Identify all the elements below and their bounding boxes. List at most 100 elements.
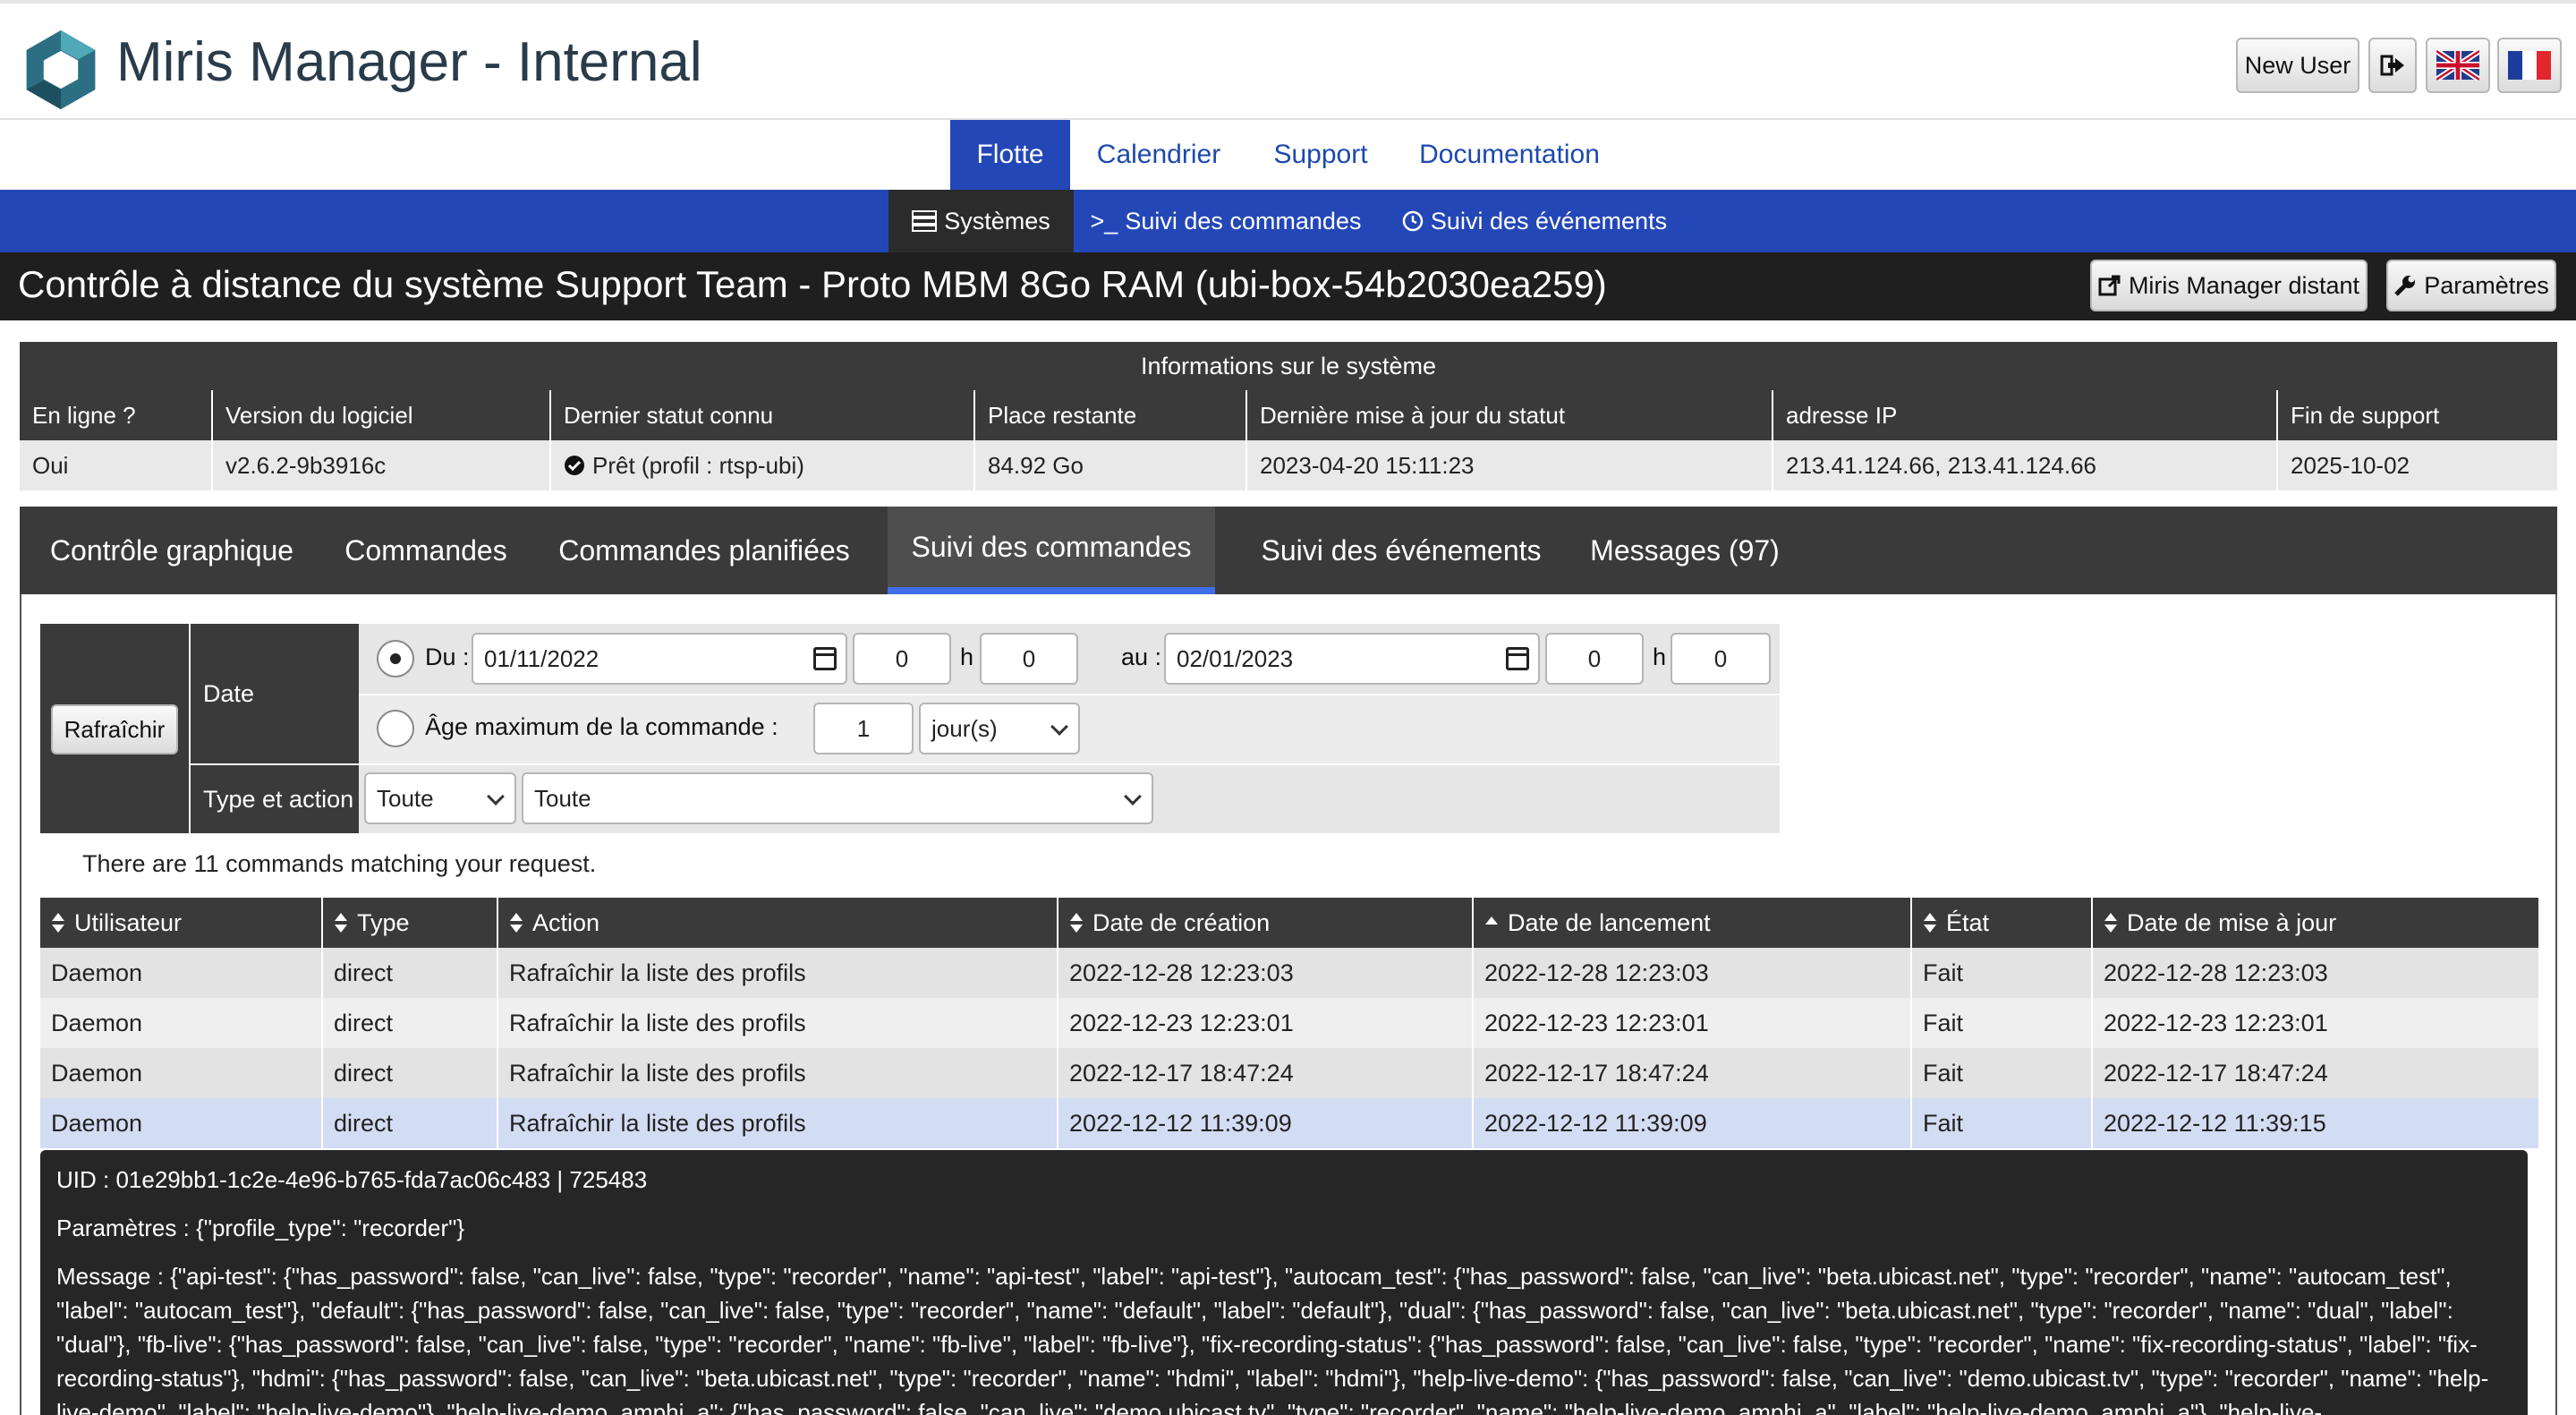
nav-flotte[interactable]: Flotte <box>950 120 1070 190</box>
to-hour-input[interactable]: 0 <box>1545 633 1644 685</box>
col-date-creation[interactable]: Date de création <box>1057 898 1472 948</box>
table-row[interactable]: Daemon direct Rafraîchir la liste des pr… <box>40 948 2538 998</box>
max-age-unit-value: jour(s) <box>931 714 998 742</box>
system-info-table: Informations sur le système En ligne ? V… <box>20 342 2557 490</box>
col-action-label: Action <box>532 908 600 936</box>
cell-date-maj: 2022-12-28 12:23:03 <box>2091 948 2538 998</box>
col-utilisateur[interactable]: Utilisateur <box>40 898 321 948</box>
table-row-selected[interactable]: Daemon direct Rafraîchir la liste des pr… <box>40 1098 2538 1148</box>
subnav-systemes[interactable]: Systèmes <box>888 190 1074 252</box>
subnav-suivi-commandes-label: Suivi des commandes <box>1125 207 1362 234</box>
nav-documentation[interactable]: Documentation <box>1407 120 1612 190</box>
ip-link[interactable]: 213.41.124.66, 213.41.124.66 <box>1772 440 2276 490</box>
from-minute-input[interactable]: 0 <box>980 633 1078 685</box>
tab-controle-graphique[interactable]: Contrôle graphique <box>30 507 313 594</box>
sort-icon <box>2104 911 2118 934</box>
app-header: Miris Manager - Internal New User <box>0 4 2576 120</box>
wrench-icon <box>2394 276 2416 296</box>
sort-icon <box>509 911 523 934</box>
col-type[interactable]: Type <box>321 898 497 948</box>
chevron-down-icon <box>487 788 505 806</box>
end-of-support-link[interactable]: 2025-10-02 <box>2276 440 2557 490</box>
col-etat-label: État <box>1946 908 1990 936</box>
from-date-input[interactable]: 01/11/2022 <box>472 633 847 685</box>
max-age-input[interactable]: 1 <box>813 703 914 754</box>
external-link-icon <box>2098 275 2121 296</box>
system-title-bar: Contrôle à distance du système Support T… <box>0 252 2576 320</box>
tab-suivi-commandes[interactable]: Suivi des commandes <box>888 507 1215 594</box>
uid-value: 01e29bb1-1c2e-4e96-b765-fda7ac06c483 | 7… <box>115 1166 648 1193</box>
cell-action: Rafraîchir la liste des profils <box>497 998 1057 1048</box>
table-row[interactable]: Daemon direct Rafraîchir la liste des pr… <box>40 1048 2538 1098</box>
calendar-icon <box>1506 647 1529 670</box>
date-label: Date <box>191 624 359 763</box>
new-user-button[interactable]: New User <box>2236 38 2359 93</box>
sort-icon <box>1069 911 1084 934</box>
table-row[interactable]: Daemon direct Rafraîchir la liste des pr… <box>40 998 2538 1048</box>
logout-button[interactable] <box>2368 38 2417 93</box>
type-select[interactable]: Toute <box>364 772 516 824</box>
tab-commandes[interactable]: Commandes <box>327 507 524 594</box>
sub-nav: Systèmes >_ Suivi des commandes Suivi de… <box>0 190 2576 252</box>
subnav-suivi-commandes[interactable]: >_ Suivi des commandes <box>1083 190 1369 252</box>
cell-utilisateur: Daemon <box>40 1048 321 1098</box>
type-action-label: Type et action <box>191 765 359 833</box>
max-age-radio[interactable] <box>377 710 414 747</box>
col-date-maj-label: Date de mise à jour <box>2127 908 2337 936</box>
cell-date-maj: 2022-12-12 11:39:15 <box>2091 1098 2538 1148</box>
status-update-value: 2023-04-20 15:11:23 <box>1245 440 1772 490</box>
chevron-down-icon <box>1124 788 1142 806</box>
nav-calendrier[interactable]: Calendrier <box>1083 120 1235 190</box>
date-range-radio[interactable] <box>377 640 414 678</box>
sort-icon <box>1923 911 1937 934</box>
cell-action: Rafraîchir la liste des profils <box>497 1048 1057 1098</box>
english-language-button[interactable] <box>2426 38 2490 93</box>
version-link[interactable]: v2.6.2-9b3916c <box>211 440 549 490</box>
last-status-value: Prêt (profil : rtsp-ubi) <box>549 440 973 490</box>
tab-suivi-evenements[interactable]: Suivi des événements <box>1229 507 1573 594</box>
calendar-icon <box>813 647 837 670</box>
header-free-space: Place restante <box>973 390 1245 440</box>
col-date-maj[interactable]: Date de mise à jour <box>2091 898 2538 948</box>
to-minute-input[interactable]: 0 <box>1671 633 1771 685</box>
header-last-status: Dernier statut connu <box>549 390 973 440</box>
header-ip: adresse IP <box>1772 390 2276 440</box>
tab-commandes-planifiees[interactable]: Commandes planifiées <box>539 507 870 594</box>
france-flag-icon <box>2508 51 2551 80</box>
check-circle-icon <box>565 456 584 475</box>
col-utilisateur-label: Utilisateur <box>74 908 183 936</box>
action-select-value: Toute <box>534 784 591 812</box>
cell-date-maj: 2022-12-17 18:47:24 <box>2091 1048 2538 1098</box>
settings-button[interactable]: Paramètres <box>2386 260 2556 311</box>
header-status-update: Dernière mise à jour du statut <box>1245 390 1772 440</box>
refresh-button[interactable]: Rafraîchir <box>51 704 178 754</box>
french-language-button[interactable] <box>2497 38 2562 93</box>
to-date-input[interactable]: 02/01/2023 <box>1164 633 1540 685</box>
miris-logo[interactable] <box>18 27 104 113</box>
max-age-unit-select[interactable]: jour(s) <box>919 703 1080 754</box>
max-age-row: Âge maximum de la commande : 1 jour(s) <box>359 695 1780 763</box>
col-etat[interactable]: État <box>1910 898 2091 948</box>
from-hour-input[interactable]: 0 <box>853 633 951 685</box>
tab-messages[interactable]: Messages (97) <box>1573 507 1797 594</box>
app-title[interactable]: Miris Manager - Internal <box>116 30 702 94</box>
cell-date-lancement: 2022-12-12 11:39:09 <box>1472 1098 1910 1148</box>
remote-miris-manager-button[interactable]: Miris Manager distant <box>2090 260 2368 311</box>
cell-type: direct <box>321 1048 497 1098</box>
col-date-lancement[interactable]: Date de lancement <box>1472 898 1910 948</box>
uid-label: UID : <box>56 1166 110 1193</box>
cell-type: direct <box>321 998 497 1048</box>
cell-date-lancement: 2022-12-23 12:23:01 <box>1472 998 1910 1048</box>
nav-support[interactable]: Support <box>1260 120 1382 190</box>
sort-icon <box>51 911 65 934</box>
message-label: Message : <box>56 1263 164 1290</box>
online-value: Oui <box>20 440 211 490</box>
action-select[interactable]: Toute <box>522 772 1153 824</box>
from-date-value: 01/11/2022 <box>484 644 599 672</box>
cell-etat: Fait <box>1910 998 2091 1048</box>
subnav-suivi-evenements[interactable]: Suivi des événements <box>1396 190 1673 252</box>
cell-etat: Fait <box>1910 1048 2091 1098</box>
col-action[interactable]: Action <box>497 898 1057 948</box>
sort-icon <box>334 911 348 934</box>
cell-date-lancement: 2022-12-28 12:23:03 <box>1472 948 1910 998</box>
